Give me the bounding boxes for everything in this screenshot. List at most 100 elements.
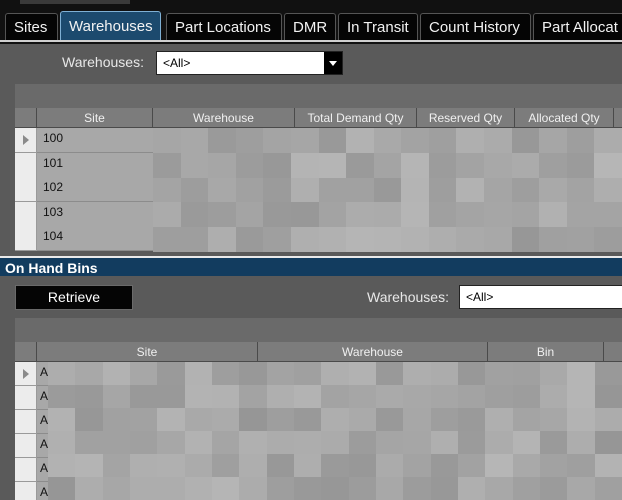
column-header-site[interactable]: Site — [37, 108, 153, 128]
redacted-pixel — [321, 454, 350, 477]
redacted-pixel — [212, 454, 240, 477]
bins-site-cell[interactable]: A — [37, 410, 48, 434]
redacted-pixel — [266, 362, 295, 385]
tab-dmr[interactable]: DMR — [284, 13, 336, 41]
redacted-pixel — [153, 227, 181, 253]
redacted-pixel — [566, 227, 595, 253]
bins-column-header-overflow — [604, 342, 622, 362]
bins-row-selector[interactable] — [15, 482, 37, 500]
redacted-pixel — [484, 177, 513, 203]
redacted-pixel — [212, 408, 240, 431]
bins-row-selector[interactable] — [15, 434, 37, 458]
row-selector[interactable] — [15, 153, 37, 178]
redacted-pixel — [567, 477, 596, 500]
redacted-pixel — [458, 477, 486, 500]
redacted-pixel — [485, 454, 514, 477]
redacted-pixel — [485, 408, 514, 431]
bins-row-selector[interactable] — [15, 458, 37, 482]
redacted-pixel — [512, 408, 541, 431]
redacted-pixel — [208, 177, 237, 203]
bins-warehouses-filter-select[interactable]: <All> — [459, 285, 622, 309]
bins-site-cell[interactable]: A — [37, 434, 48, 458]
redacted-pixel — [239, 431, 268, 454]
bins-grid-group-band — [15, 318, 622, 342]
redacted-pixel — [48, 408, 76, 431]
site-cell[interactable]: 102 — [37, 177, 153, 202]
bins-column-header-site[interactable]: Site — [37, 342, 258, 362]
chevron-down-icon[interactable] — [324, 52, 342, 74]
redacted-pixel — [401, 152, 430, 178]
redacted-pixel — [153, 152, 181, 178]
site-cell[interactable]: 101 — [37, 153, 153, 178]
redacted-pixel — [75, 454, 104, 477]
redacted-pixel — [430, 385, 459, 408]
redacted-pixel — [235, 152, 264, 178]
redacted-pixel — [403, 362, 432, 385]
redacted-pixel — [294, 454, 322, 477]
redacted-pixel — [456, 152, 485, 178]
row-selector[interactable] — [15, 226, 37, 251]
redacted-pixel — [266, 454, 295, 477]
redacted-pixel — [403, 454, 432, 477]
tab-warehouses[interactable]: Warehouses — [60, 11, 161, 42]
redacted-pixel — [567, 362, 596, 385]
redacted-pixel — [540, 362, 568, 385]
bins-site-cell[interactable]: A — [37, 458, 48, 482]
bins-column-header-warehouse[interactable]: Warehouse — [258, 342, 488, 362]
redacted-pixel — [184, 385, 213, 408]
column-header-allocated-qty[interactable]: Allocated Qty — [515, 108, 614, 128]
bins-site-cell[interactable]: A — [37, 386, 48, 410]
redacted-pixel — [458, 385, 486, 408]
row-selector[interactable] — [15, 128, 37, 153]
bins-row-selector[interactable] — [15, 362, 37, 386]
redacted-pixel — [48, 431, 76, 454]
redacted-pixel — [318, 128, 347, 153]
redacted-pixel — [485, 385, 514, 408]
redacted-pixel — [208, 202, 237, 228]
column-header-warehouse[interactable]: Warehouse — [153, 108, 295, 128]
redacted-pixel — [401, 227, 430, 253]
redacted-pixel — [484, 128, 513, 153]
redacted-pixel — [594, 202, 622, 228]
redacted-pixel — [102, 454, 131, 477]
bins-row-selector[interactable] — [15, 410, 37, 434]
app-root: Sites Warehouses Part Locations DMR In T… — [0, 0, 622, 500]
bins-row-selector[interactable] — [15, 386, 37, 410]
retrieve-button[interactable]: Retrieve — [15, 285, 133, 310]
bins-column-header-bin[interactable]: Bin — [488, 342, 604, 362]
redacted-pixel — [157, 454, 186, 477]
bins-site-cell[interactable]: A — [37, 482, 48, 500]
bins-site-cell[interactable]: A — [37, 362, 48, 386]
column-header-total-demand-qty[interactable]: Total Demand Qty — [295, 108, 417, 128]
tab-sites[interactable]: Sites — [5, 13, 58, 41]
redacted-pixel — [376, 362, 404, 385]
redacted-pixel — [75, 385, 104, 408]
redacted-pixel — [594, 227, 622, 253]
tab-in-transit[interactable]: In Transit — [338, 13, 418, 41]
tab-part-locations[interactable]: Part Locations — [166, 13, 282, 41]
row-selector[interactable] — [15, 177, 37, 202]
redacted-pixel — [376, 431, 404, 454]
warehouses-filter-select[interactable]: <All> — [156, 51, 343, 75]
site-cell[interactable]: 100 — [37, 128, 153, 153]
redacted-pixel — [239, 454, 268, 477]
redacted-pixel — [321, 477, 350, 500]
tab-count-history[interactable]: Count History — [420, 13, 531, 41]
redacted-pixel — [318, 202, 347, 228]
site-cell[interactable]: 104 — [37, 226, 153, 251]
redacted-pixel — [594, 431, 622, 454]
row-selector[interactable] — [15, 202, 37, 227]
redacted-pixel — [539, 152, 568, 178]
redacted-data-area — [153, 128, 622, 253]
redacted-pixel — [212, 385, 240, 408]
redacted-pixel — [48, 362, 76, 385]
redacted-pixel — [180, 177, 209, 203]
redacted-pixel — [540, 454, 568, 477]
redacted-pixel — [458, 408, 486, 431]
redacted-pixel — [294, 431, 322, 454]
column-header-reserved-qty[interactable]: Reserved Qty — [417, 108, 515, 128]
site-cell[interactable]: 103 — [37, 202, 153, 227]
redacted-pixel — [348, 431, 377, 454]
redacted-pixel — [157, 362, 186, 385]
tab-part-allocations[interactable]: Part Allocat — [533, 13, 622, 41]
